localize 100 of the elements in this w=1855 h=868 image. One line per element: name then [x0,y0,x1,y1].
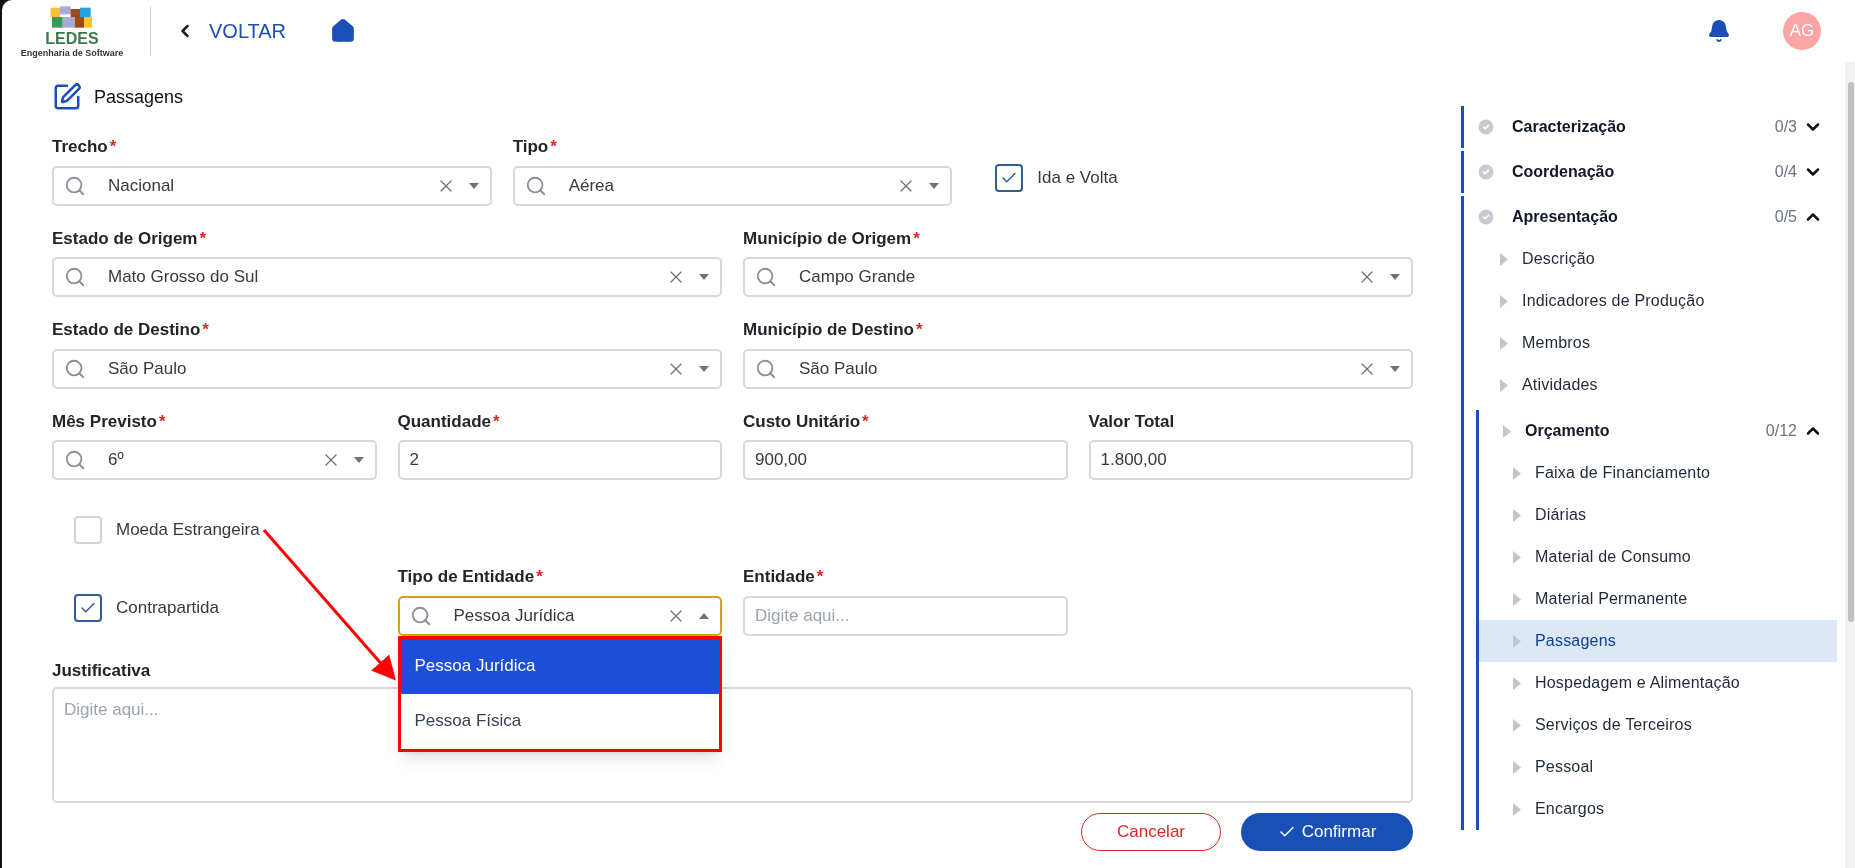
triangle-right-icon [1500,378,1508,392]
checkbox[interactable] [74,593,102,622]
required-asterisk: * [109,136,117,158]
triangle-right-icon [1513,760,1521,774]
field-value: Aérea [567,174,616,197]
select-field[interactable]: 6º [52,440,377,480]
caret-up-icon[interactable] [698,611,710,620]
progress-count: 0/3 [1774,117,1797,137]
select-field[interactable]: Pessoa Jurídica [397,595,722,636]
confirm-button[interactable]: Confirmar [1241,813,1413,851]
field-label: Valor Total [1088,410,1175,433]
home-icon[interactable] [330,18,357,44]
field-value: 900,00 [755,449,807,472]
search-icon [64,266,86,288]
dropdown-option[interactable]: Pessoa Física [400,693,719,749]
progress-count: 0/12 [1765,421,1797,441]
section-title: Orçamento [1525,421,1611,441]
field-value: Nacional [107,174,176,197]
edit-icon [52,82,82,112]
text-field[interactable]: 1.800,00 [1088,440,1413,480]
required-asterisk: * [816,566,824,588]
select-field[interactable]: São Paulo [743,348,1413,389]
triangle-right-icon [1513,676,1521,690]
field-value: Pessoa Jurídica [452,604,576,627]
search-icon [409,604,432,627]
required-asterisk: * [158,410,166,433]
caret-down-icon[interactable] [1389,364,1401,373]
required-asterisk: * [199,227,207,250]
section-title: Caracterização [1512,117,1627,137]
sidebar-item[interactable]: Passagens [1479,620,1837,662]
triangle-right-icon [1503,424,1511,438]
field-placeholder: Digite aqui... [64,700,159,719]
triangle-right-icon [1513,592,1521,606]
select-field[interactable]: Campo Grande [743,257,1413,297]
field-value: São Paulo [107,357,188,380]
triangle-right-icon [1513,466,1521,480]
section-title: Apresentação [1512,207,1619,227]
sidebar-section-header[interactable]: Caracterização 0/3 [1464,106,1837,148]
search-icon [524,174,547,197]
triangle-right-icon [1513,508,1521,522]
sidebar-section-header[interactable]: Orçamento 0/12 [1479,410,1837,452]
logo-title: LEDES [45,30,99,47]
caret-down-icon[interactable] [352,456,365,464]
progress-count: 0/4 [1774,162,1797,182]
checkbox-label: Moeda Estrangeira [116,519,260,542]
dropdown-option[interactable]: Pessoa Jurídica [400,638,719,694]
field-label: Entidade [743,566,815,588]
search-icon [64,449,86,471]
form-title: Passagens [94,85,184,109]
field-value: São Paulo [798,357,879,380]
check-circle-icon [1476,207,1496,227]
search-icon [755,266,777,288]
field-label: Quantidade [397,410,491,433]
field-placeholder: Digite aqui... [755,604,850,627]
triangle-right-icon [1513,550,1521,564]
caret-down-icon[interactable] [698,364,710,373]
section-title: Coordenação [1512,162,1616,182]
text-field[interactable]: 2 [397,440,722,480]
text-field[interactable]: 900,00 [743,440,1068,480]
caret-down-icon[interactable] [467,181,480,190]
notification-bell-icon[interactable] [1707,19,1731,43]
field-label: Município de Origem [743,227,912,250]
select-field[interactable]: São Paulo [52,348,722,389]
field-value: 1.800,00 [1100,449,1167,472]
field-label: Município de Destino [743,319,914,341]
required-asterisk: * [202,319,209,341]
checkbox-label: Ida e Volta [1037,167,1118,189]
scrollbar-thumb[interactable] [1848,82,1854,622]
caret-down-icon[interactable] [698,273,710,281]
triangle-right-icon [1500,252,1508,266]
field-label: Justificativa [52,659,151,682]
triangle-right-icon [1513,634,1521,648]
progress-count: 0/5 [1774,207,1797,227]
field-label: Estado de Destino [52,319,201,341]
select-field[interactable]: Aérea [512,165,953,206]
checkbox[interactable] [995,163,1024,192]
triangle-right-icon [1500,336,1508,350]
check-circle-icon [1476,162,1496,182]
field-label: Tipo [512,136,549,158]
back-button[interactable]: VOLTAR [175,16,287,46]
check-circle-icon [1476,117,1496,137]
caret-down-icon[interactable] [1389,273,1401,281]
select-field[interactable]: Nacional [52,165,492,206]
sidebar-section-header[interactable]: Coordenação 0/4 [1464,151,1837,193]
required-asterisk: * [913,227,920,250]
logo-subtitle: Engenharia de Software [20,48,124,58]
checkbox-label: Contrapartida [116,597,219,619]
field-label: Trecho [52,136,108,158]
field-label: Mês Previsto [52,410,157,433]
search-icon [64,357,86,380]
required-asterisk: * [550,136,557,158]
search-icon [64,174,86,197]
caret-down-icon[interactable] [928,181,941,190]
sidebar-section-header[interactable]: Apresentação 0/5 [1464,196,1837,238]
field-value: 2 [409,449,419,472]
triangle-right-icon [1513,718,1521,732]
field-label: Estado de Origem [52,227,198,250]
search-icon [755,357,777,380]
field-value: 6º [107,449,125,472]
select-field[interactable]: Mato Grosso do Sul [52,257,722,297]
